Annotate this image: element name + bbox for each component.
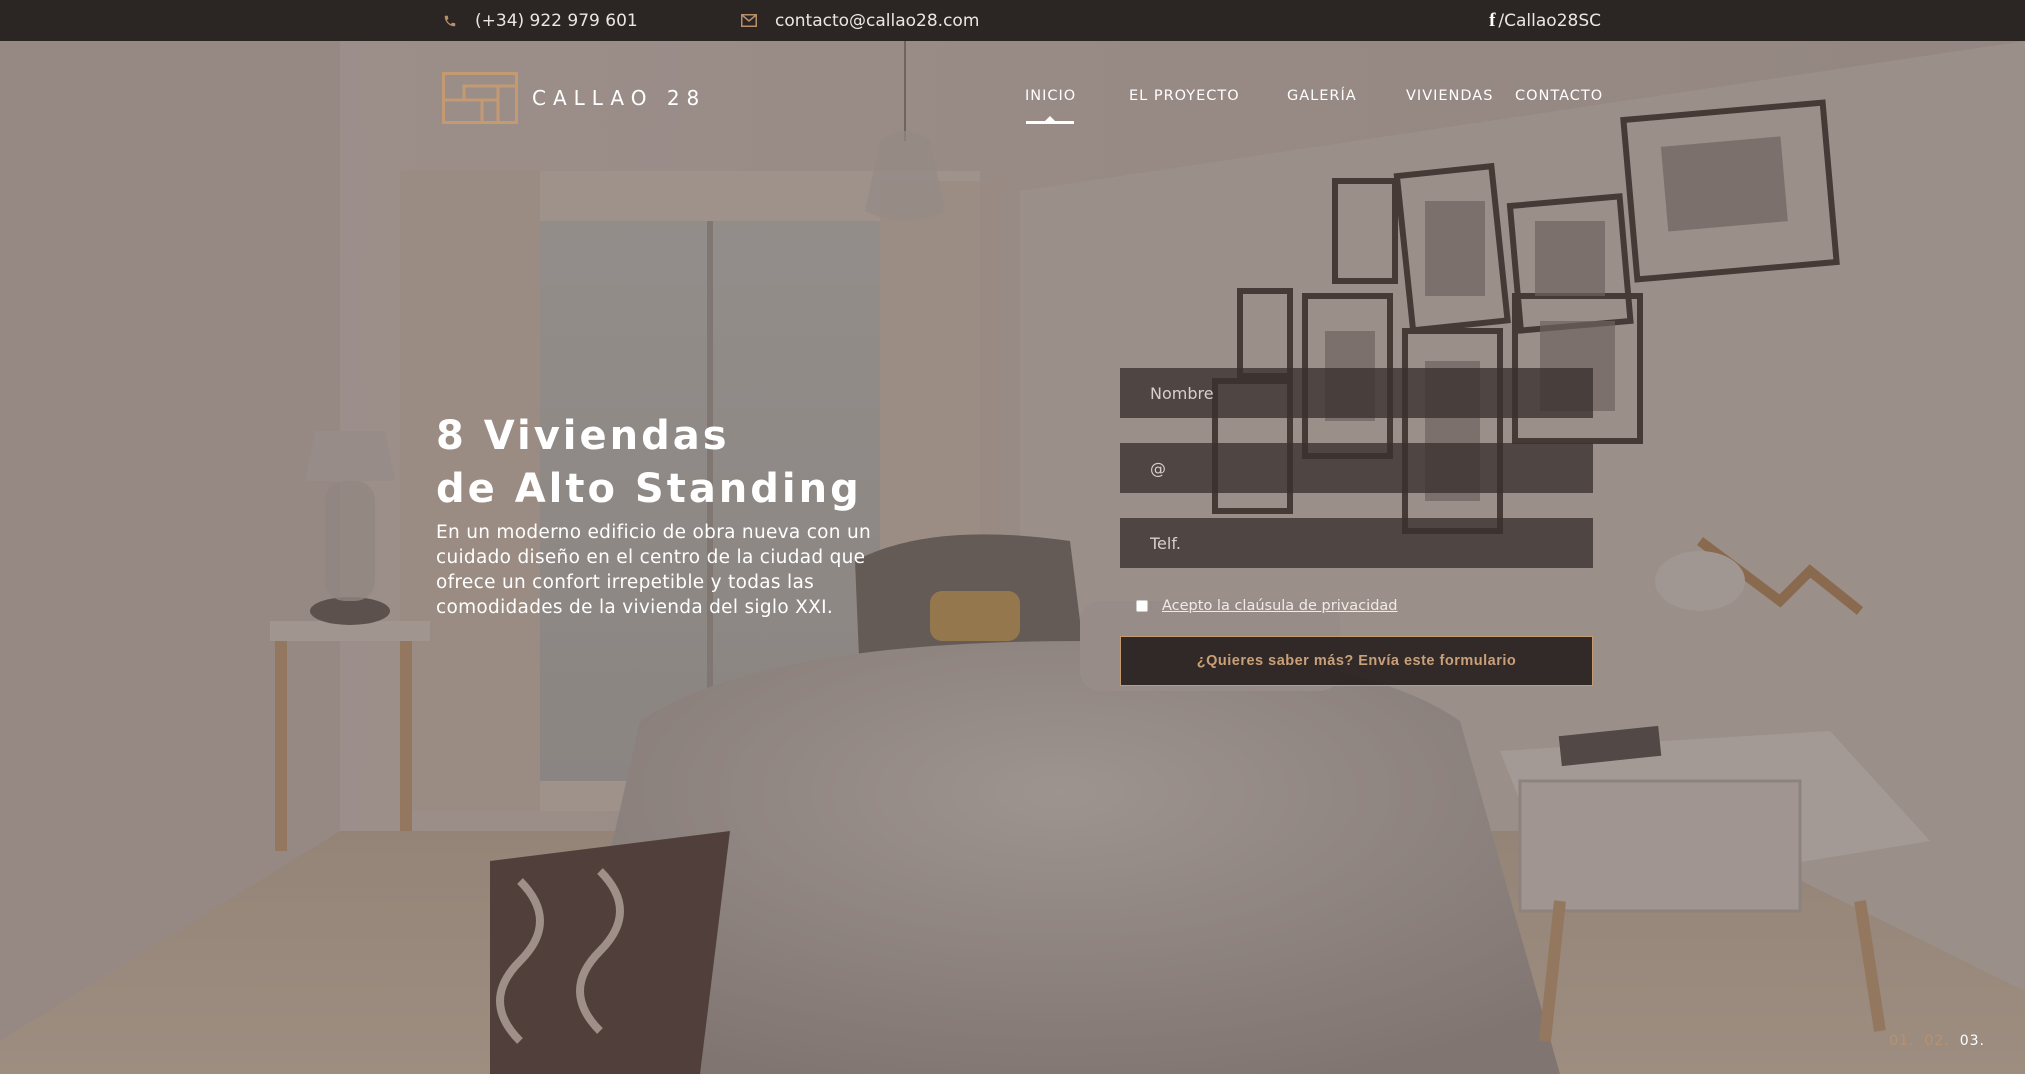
brand-logo[interactable]: CALLAO 28 <box>442 72 706 124</box>
slide-dot-1[interactable]: 01. <box>1889 1033 1914 1049</box>
phone-icon <box>443 14 457 28</box>
envelope-icon <box>741 14 757 27</box>
privacy-consent: Acepto la claúsula de privacidad <box>1136 598 1397 614</box>
contact-form: Acepto la claúsula de privacidad ¿Quiere… <box>1120 368 1593 686</box>
slide-dot-2[interactable]: 02. <box>1924 1033 1949 1049</box>
slide-pagination: 01. 02. 03. <box>1889 1033 1985 1049</box>
hero-section: CALLAO 28 INICIO EL PROYECTO GALERÍA VIV… <box>0 41 2025 1074</box>
facebook-icon: f <box>1489 9 1496 31</box>
logo-mark-icon <box>442 72 518 124</box>
nav-item-galeria[interactable]: GALERÍA <box>1287 88 1357 104</box>
hero-description: En un moderno edificio de obra nueva con… <box>436 522 872 618</box>
phone-number: (+34) 922 979 601 <box>475 10 638 31</box>
email-input[interactable] <box>1120 443 1593 493</box>
nav-item-el-proyecto[interactable]: EL PROYECTO <box>1129 88 1240 104</box>
nav-item-inicio[interactable]: INICIO <box>1025 88 1076 104</box>
submit-button[interactable]: ¿Quieres saber más? Envía este formulari… <box>1120 636 1593 686</box>
slide-dot-3[interactable]: 03. <box>1960 1033 1985 1049</box>
brand-name: CALLAO 28 <box>532 86 707 110</box>
facebook-handle: /Callao28SC <box>1498 10 1601 31</box>
hero-title: 8 Viviendas de Alto Standing <box>436 410 996 516</box>
nav-item-viviendas[interactable]: VIVIENDAS <box>1406 88 1493 104</box>
email-contact[interactable]: contacto@callao28.com <box>741 0 979 41</box>
privacy-link[interactable]: Acepto la claúsula de privacidad <box>1162 598 1397 614</box>
name-input[interactable] <box>1120 368 1593 418</box>
privacy-checkbox[interactable] <box>1136 600 1148 612</box>
facebook-link[interactable]: f /Callao28SC <box>1489 0 1601 41</box>
hero-dark-overlay <box>0 41 2025 1074</box>
hero-title-line-2: de Alto Standing <box>436 466 862 512</box>
email-address: contacto@callao28.com <box>775 10 980 31</box>
nav-active-indicator <box>1026 121 1074 124</box>
top-bar: (+34) 922 979 601 contacto@callao28.com … <box>0 0 2025 41</box>
nav-item-contacto[interactable]: CONTACTO <box>1515 88 1603 104</box>
phone-input[interactable] <box>1120 518 1593 568</box>
phone-contact[interactable]: (+34) 922 979 601 <box>443 0 638 41</box>
hero-title-line-1: 8 Viviendas <box>436 413 730 459</box>
